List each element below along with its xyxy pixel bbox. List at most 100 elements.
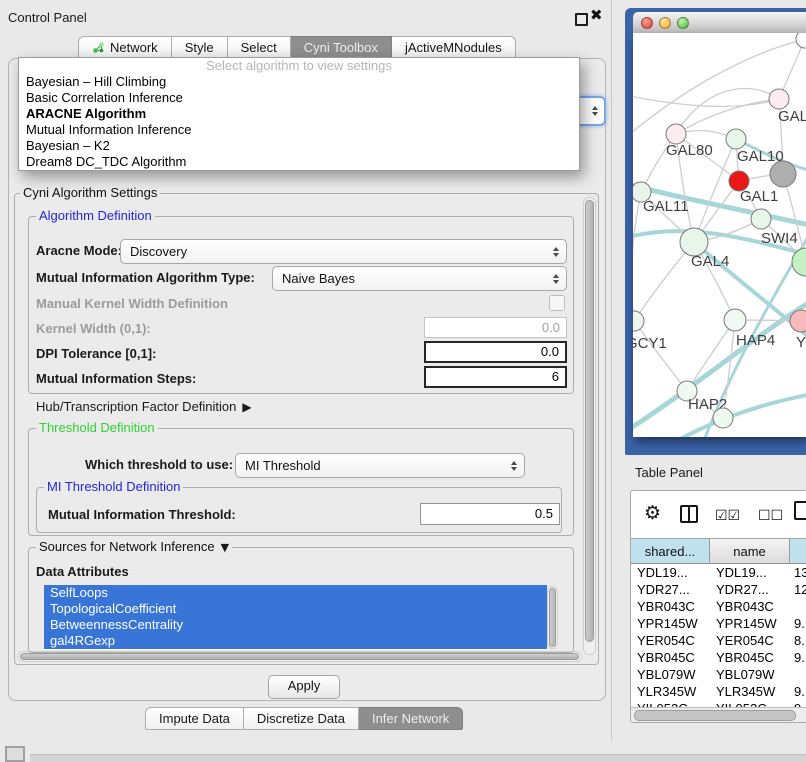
table-row[interactable]: YDR27...YDR27...12 <box>631 581 806 598</box>
table-row[interactable]: YLR345WYLR345W9. <box>631 683 806 700</box>
node-unlabeled[interactable] <box>770 161 796 187</box>
column-header-col3[interactable] <box>790 539 806 563</box>
bottom-panel-edge[interactable] <box>30 754 806 762</box>
dropdown-item-basic-correlation-inference[interactable]: Basic Correlation Inference <box>19 90 579 106</box>
tab-label: jActiveMNodules <box>405 40 502 55</box>
mac-close-button[interactable] <box>641 17 653 29</box>
node-label-hap4: HAP4 <box>736 332 775 349</box>
table-cell: YDR27... <box>710 581 790 598</box>
table-cell: YPR145W <box>710 615 790 632</box>
node-unlabeled[interactable] <box>713 408 733 428</box>
node-swi4[interactable] <box>751 209 771 229</box>
node-hap4[interactable] <box>724 309 746 331</box>
table-row[interactable]: YDL19...YDL19...13 <box>631 564 806 581</box>
attribute-betweennesscentrality[interactable]: BetweennessCentrality <box>44 617 547 633</box>
attribute-selfloops[interactable]: SelfLoops <box>44 585 547 601</box>
network-edge[interactable] <box>676 99 779 134</box>
tab-style[interactable]: Style <box>172 36 228 59</box>
dpi-tolerance-field[interactable]: 0.0 <box>424 341 567 363</box>
network-canvas[interactable]: GAL2GAL80GAL10GAL1GAL11SWI4GAL4GCY1HAP4Y… <box>633 33 806 437</box>
mi-algorithm-type-label: Mutual Information Algorithm Type: <box>36 270 255 285</box>
attributes-scrollbar-thumb[interactable] <box>549 588 556 647</box>
which-threshold-combobox[interactable]: MI Threshold <box>235 453 525 478</box>
cyni-algorithm-settings-title: Cyni Algorithm Settings <box>20 186 160 200</box>
float-window-button[interactable] <box>575 13 588 26</box>
sources-expander[interactable]: Sources for Network Inference▼ <box>36 540 232 555</box>
control-panel-tabs: Network Style Select Cyni Toolbox jActiveMNo… <box>78 36 516 59</box>
expander-collapsed-icon: ▶ <box>242 400 251 414</box>
bottom-tab-infer-network[interactable]: Infer Network <box>359 707 463 730</box>
attributes-scrollbar[interactable] <box>547 586 558 649</box>
deselect-all-checkboxes-icon[interactable]: ☐☐ <box>758 508 783 524</box>
tab-label: Cyni Toolbox <box>304 40 378 55</box>
mi-steps-field[interactable]: 6 <box>424 366 567 388</box>
table-horizontal-scrollbar-thumb[interactable] <box>634 710 796 721</box>
node-unlabeled[interactable] <box>796 33 806 48</box>
settings-vertical-scrollbar-thumb[interactable] <box>585 200 594 642</box>
node-gcy1[interactable] <box>633 311 644 331</box>
tab-jactivemnodules[interactable]: jActiveMNodules <box>392 36 516 59</box>
gear-icon[interactable]: ⚙ <box>644 502 661 524</box>
tab-select[interactable]: Select <box>228 36 291 59</box>
attribute-gal4rgexp[interactable]: gal4RGexp <box>44 633 547 649</box>
minimized-panel-icon[interactable] <box>5 746 25 762</box>
combobox-stepper-icon <box>511 461 517 471</box>
tab-label: Style <box>185 40 214 55</box>
table-row[interactable]: YBR045CYBR045C9. <box>631 649 806 666</box>
control-panel-title: Control Panel <box>8 10 87 25</box>
export-table-icon[interactable] <box>794 501 806 520</box>
table-cell: YBR045C <box>710 649 790 666</box>
network-edge[interactable] <box>634 242 694 321</box>
mi-steps-label: Mutual Information Steps: <box>36 371 196 386</box>
close-window-icon[interactable]: ✖ <box>590 6 603 24</box>
manual-kernel-width-checkbox[interactable] <box>549 295 565 311</box>
node-gal2[interactable] <box>769 89 789 109</box>
threshold-definition-title: Threshold Definition <box>36 421 158 435</box>
table-row[interactable]: YBL079WYBL079W <box>631 666 806 683</box>
dropdown-item-bayesian-hill-climbing[interactable]: Bayesian – Hill Climbing <box>19 74 579 90</box>
column-header-name[interactable]: name <box>710 539 790 563</box>
table-row[interactable]: YER054CYER054C8. <box>631 632 806 649</box>
select-all-checkboxes-icon[interactable]: ☑☑ <box>715 508 740 524</box>
mac-minimize-button[interactable] <box>659 17 671 29</box>
tab-network[interactable]: Network <box>78 36 172 59</box>
dropdown-item-bayesian-k2[interactable]: Bayesian – K2 <box>19 138 579 154</box>
columns-icon[interactable] <box>680 505 698 523</box>
table-cell: 12 <box>790 581 806 598</box>
dropdown-item-aracne-algorithm[interactable]: ARACNE Algorithm <box>19 106 579 122</box>
cyni-bottom-tabs: Impute DataDiscretize DataInfer Network <box>145 707 463 730</box>
aracne-mode-combobox[interactable]: Discovery <box>120 239 567 264</box>
column-header-shared[interactable]: shared... <box>631 539 710 563</box>
settings-horizontal-scrollbar-thumb[interactable] <box>20 653 579 660</box>
data-attributes-list: SelfLoopsTopologicalCoefficientBetweenne… <box>44 585 547 650</box>
bottom-tab-impute-data[interactable]: Impute Data <box>145 707 244 730</box>
network-edge[interactable] <box>633 192 641 321</box>
mac-zoom-button[interactable] <box>677 17 689 29</box>
mi-threshold-field[interactable]: 0.5 <box>420 503 560 525</box>
table-horizontal-scrollbar[interactable] <box>631 707 806 723</box>
algorithm-dropdown-list: Select algorithm to view settings Bayesi… <box>18 57 580 171</box>
attribute-topologicalcoefficient[interactable]: TopologicalCoefficient <box>44 601 547 617</box>
dropdown-item-mutual-information-inference[interactable]: Mutual Information Inference <box>19 122 579 138</box>
table-row[interactable]: YPR145WYPR145W9. <box>631 615 806 632</box>
table-cell: 9. <box>790 649 806 666</box>
kernel-width-field[interactable]: 0.0 <box>424 317 567 338</box>
dropdown-item-dream8-dc-tdc-algorithm[interactable]: Dream8 DC_TDC Algorithm <box>19 154 579 170</box>
settings-vertical-scrollbar[interactable] <box>583 197 596 655</box>
table-row[interactable]: YBR043CYBR043C <box>631 598 806 615</box>
node-gal80[interactable] <box>666 124 686 144</box>
mi-algorithm-type-combobox[interactable]: Naive Bayes <box>272 266 567 291</box>
network-edge[interactable] <box>676 89 779 134</box>
node-label-swi4: SWI4 <box>761 230 798 247</box>
panel-divider[interactable] <box>611 0 612 741</box>
sources-title: Sources for Network Inference <box>39 539 215 554</box>
hub-transcription-expander[interactable]: Hub/Transcription Factor Definition▶ <box>36 399 252 414</box>
node-gal4[interactable] <box>680 228 708 256</box>
tab-cyni-toolbox[interactable]: Cyni Toolbox <box>291 36 392 59</box>
apply-button[interactable]: Apply <box>268 675 340 699</box>
network-icon <box>92 41 105 54</box>
table-cell: YBL079W <box>710 666 790 683</box>
bottom-tab-discretize-data[interactable]: Discretize Data <box>244 707 359 730</box>
node-gal10[interactable] <box>726 129 746 149</box>
network-edge[interactable] <box>634 321 687 391</box>
